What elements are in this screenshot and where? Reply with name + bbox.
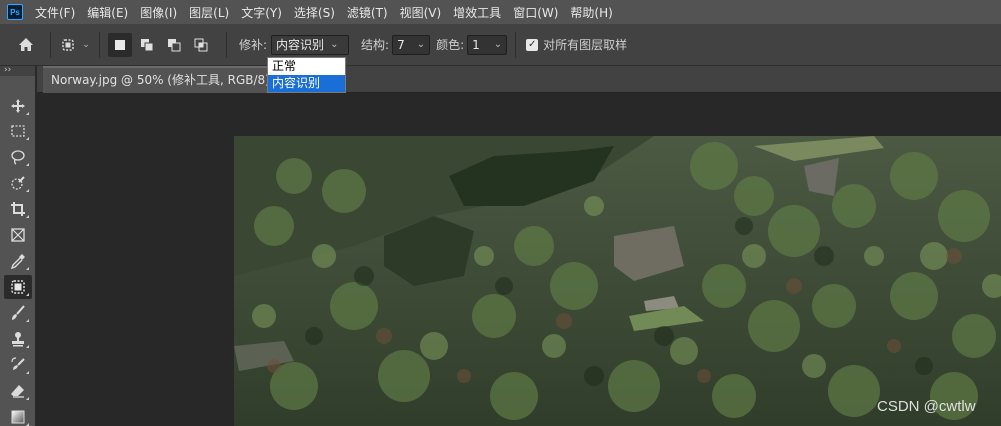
subtract-from-selection-icon (168, 38, 181, 51)
tools-panel: ›› (0, 66, 36, 426)
stamp-icon (12, 332, 24, 347)
eraser-icon (11, 385, 24, 398)
chevron-down-icon: ⌄ (416, 39, 426, 50)
structure-value: 7 (397, 37, 405, 52)
chevron-down-icon: ⌄ (330, 39, 339, 50)
patch-tool-icon (11, 280, 25, 294)
menu-edit[interactable]: 编辑(E) (87, 4, 128, 21)
checkmark-icon: ✓ (526, 38, 539, 51)
tool-group-indicator (26, 345, 29, 348)
tool-group-indicator (26, 293, 29, 296)
home-icon (19, 38, 33, 51)
dropdown-option-normal[interactable]: 正常 (268, 58, 345, 75)
sample-all-layers-checkbox[interactable]: ✓ 对所有图层取样 (526, 36, 627, 53)
color-select[interactable]: 1 ⌄ (467, 34, 508, 55)
document-tab-bar: Norway.jpg @ 50% (修补工具, RGB/8) * (37, 66, 1001, 93)
menu-filter[interactable]: 滤镜(T) (347, 4, 388, 21)
document-tab[interactable]: Norway.jpg @ 50% (修补工具, RGB/8) * (43, 66, 288, 93)
subtract-from-selection-button[interactable] (162, 33, 186, 57)
chevron-down-icon: ⌄ (493, 39, 503, 50)
menu-window[interactable]: 窗口(W) (513, 4, 558, 21)
color-label: 颜色: (436, 38, 465, 52)
patch-mode-dropdown: 正常 内容识别 (267, 57, 346, 93)
crop-tool[interactable] (4, 197, 32, 221)
patch-mode-select[interactable]: 内容识别 ⌄ (271, 34, 350, 55)
chevron-down-icon: ⌄ (82, 39, 90, 50)
canvas-workspace[interactable] (37, 94, 1001, 426)
forest-photo-image (234, 136, 1001, 426)
separator (50, 31, 51, 58)
tool-group-indicator (26, 189, 29, 192)
patch-label: 修补: (239, 38, 268, 52)
sample-all-layers-label: 对所有图层取样 (543, 38, 628, 52)
history-brush-icon (11, 357, 25, 370)
frame-icon (11, 228, 25, 242)
tool-group-indicator (26, 163, 29, 166)
move-icon (11, 99, 25, 113)
separator (226, 31, 227, 58)
quick-selection-tool[interactable] (4, 171, 32, 195)
brush-tool[interactable] (4, 301, 32, 325)
separator (99, 31, 100, 58)
tool-preset-picker[interactable]: ⌄ (55, 32, 95, 58)
collapse-panel-button[interactable]: ›› (0, 66, 35, 76)
tool-group-indicator (26, 267, 29, 270)
crop-icon (11, 202, 25, 216)
quick-selection-icon (11, 176, 25, 190)
lasso-tool[interactable] (4, 145, 32, 169)
marquee-icon (11, 125, 25, 137)
menu-bar: Ps 文件(F) 编辑(E) 图像(I) 图层(L) 文字(Y) 选择(S) 滤… (0, 0, 1001, 24)
patch-mode-value: 内容识别 (276, 38, 325, 52)
menu-view[interactable]: 视图(V) (400, 4, 442, 21)
dropdown-option-content-aware[interactable]: 内容识别 (268, 75, 345, 92)
structure-label: 结构: (361, 38, 390, 52)
tool-group-indicator (26, 137, 29, 140)
intersect-selection-icon (194, 38, 208, 51)
eyedropper-tool[interactable] (4, 249, 32, 273)
eraser-tool[interactable] (4, 379, 32, 403)
menu-select[interactable]: 选择(S) (294, 4, 335, 21)
new-selection-icon (115, 39, 125, 50)
patch-tool-icon (62, 38, 74, 51)
gradient-icon (11, 410, 25, 424)
menu-layer[interactable]: 图层(L) (189, 4, 229, 21)
home-button[interactable] (6, 32, 46, 58)
tool-group-indicator (26, 319, 29, 322)
intersect-selection-button[interactable] (189, 33, 213, 57)
brush-icon (12, 305, 25, 320)
add-to-selection-button[interactable] (135, 33, 159, 57)
document-canvas-photo[interactable] (234, 136, 1001, 426)
clone-stamp-tool[interactable] (4, 327, 32, 351)
menu-help[interactable]: 帮助(H) (570, 4, 612, 21)
history-brush-tool[interactable] (4, 353, 32, 377)
lasso-icon (11, 150, 25, 165)
watermark-text: CSDN @cwtlw (877, 398, 976, 415)
tool-group-indicator (26, 215, 29, 218)
add-to-selection-icon (141, 38, 154, 51)
patch-tool[interactable] (4, 275, 32, 299)
new-selection-button[interactable] (108, 32, 132, 57)
menu-image[interactable]: 图像(I) (140, 4, 177, 21)
options-bar: ⌄ 修补: 内容识别 ⌄ 结构: 7 ⌄ 颜色: 1 ⌄ ✓ 对所有图层取样 (0, 24, 1001, 66)
photoshop-logo-icon: Ps (7, 4, 23, 20)
menu-file[interactable]: 文件(F) (35, 4, 75, 21)
menu-type[interactable]: 文字(Y) (241, 4, 282, 21)
color-value: 1 (472, 37, 480, 52)
tool-group-indicator (26, 371, 29, 374)
menu-plugins[interactable]: 增效工具 (453, 4, 501, 21)
frame-tool[interactable] (4, 223, 32, 247)
structure-select[interactable]: 7 ⌄ (392, 34, 431, 55)
tool-group-indicator (26, 112, 29, 115)
tool-group-indicator (26, 397, 29, 400)
gradient-tool[interactable] (4, 405, 32, 426)
marquee-tool[interactable] (4, 119, 32, 143)
eyedropper-icon (10, 254, 25, 269)
separator (515, 31, 517, 58)
move-tool[interactable] (4, 94, 32, 118)
